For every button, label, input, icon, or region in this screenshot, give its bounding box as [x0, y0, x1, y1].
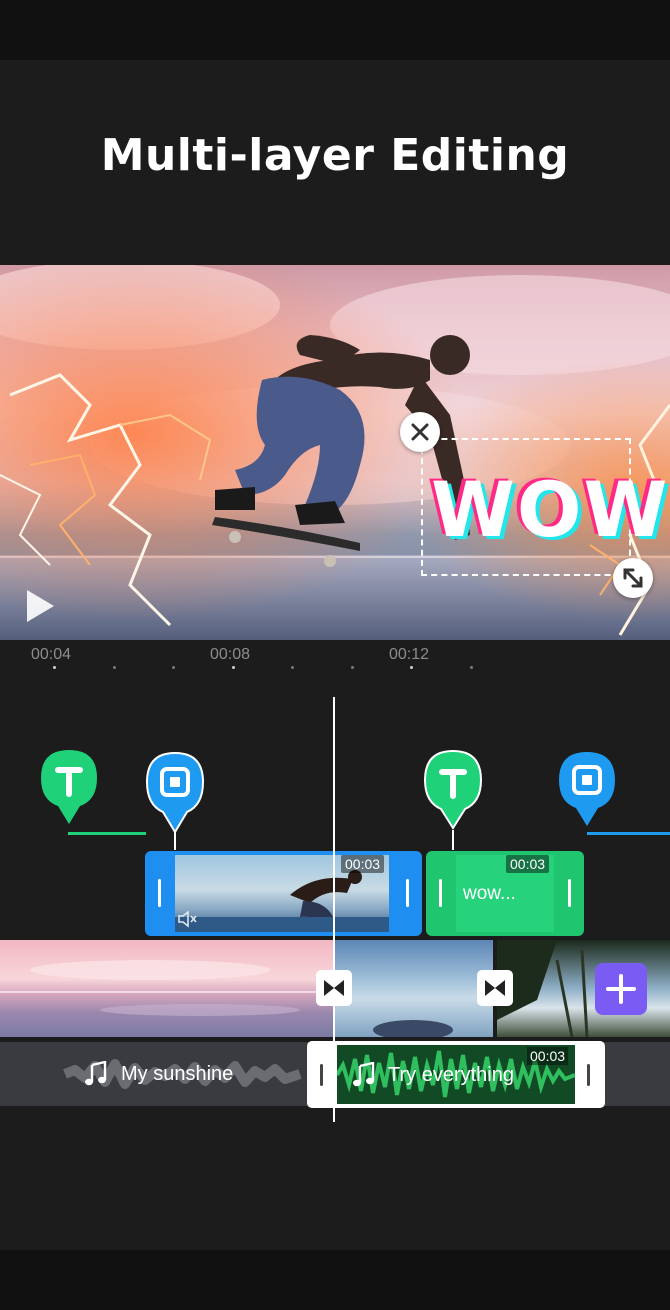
video-clip[interactable]: [333, 940, 493, 1040]
play-button[interactable]: [24, 588, 56, 624]
text-layer-marker[interactable]: [423, 749, 483, 830]
audio-trim-handle-left[interactable]: [320, 1064, 323, 1086]
overlay-layer-marker[interactable]: [558, 750, 616, 828]
text-clip-label: wow...: [463, 883, 516, 904]
video-clip[interactable]: [0, 940, 333, 1037]
ruler-tick: [232, 666, 235, 669]
clip-trim-handle-right[interactable]: [568, 879, 571, 907]
playhead[interactable]: [333, 697, 335, 1122]
ruler-tick: [470, 666, 473, 669]
clip-trim-handle-left[interactable]: [439, 879, 442, 907]
clip-duration: 00:03: [506, 855, 550, 873]
overlay-layer-marker[interactable]: [145, 751, 205, 834]
transition-button[interactable]: [477, 970, 513, 1006]
plus-icon: [606, 974, 636, 1004]
sticker-resize-handle[interactable]: [613, 558, 653, 598]
audio-clip-label: Try everything: [388, 1064, 514, 1086]
music-note-glyph: [85, 1060, 107, 1086]
text-marker-stem: [452, 830, 454, 850]
ruler-label: 00:08: [210, 646, 251, 663]
text-icon: [423, 749, 483, 830]
ruler-tick: [113, 666, 116, 669]
clip-trim-handle-right[interactable]: [406, 879, 409, 907]
audio-clip-duration: 00:03: [527, 1047, 569, 1065]
text-layer-extent: [68, 832, 146, 835]
ruler-tick: [351, 666, 354, 669]
video-clip-thumbnail: [373, 1020, 453, 1040]
transition-icon: [324, 980, 344, 996]
overlay-icon: [559, 752, 615, 826]
ruler-tick: [410, 666, 413, 669]
text-icon: [41, 750, 97, 824]
mute-icon[interactable]: [177, 909, 199, 929]
transition-button[interactable]: [316, 970, 352, 1006]
ruler-label: 00:04: [31, 646, 72, 663]
overlay-icon: [145, 751, 205, 834]
text-layer-marker[interactable]: [40, 748, 98, 826]
transition-icon: [485, 980, 505, 996]
overlay-text-clip[interactable]: 00:03 wow...: [426, 851, 584, 936]
add-clip-button[interactable]: [595, 963, 647, 1015]
ruler-tick: [53, 666, 56, 669]
sticker-close-button[interactable]: [400, 412, 440, 452]
resize-icon: [623, 568, 643, 588]
overlay-video-clip[interactable]: 00:03: [145, 851, 422, 936]
audio-trim-handle-right[interactable]: [587, 1064, 590, 1086]
video-clip-thumbnail: [0, 960, 333, 1016]
overlay-layer-extent: [587, 832, 670, 835]
music-note-icon: [84, 1060, 108, 1087]
music-note-glyph: [353, 1061, 375, 1087]
play-icon: [27, 590, 54, 622]
clip-trim-handle-left[interactable]: [158, 879, 161, 907]
bottom-bar: [0, 1250, 670, 1310]
status-bar: [0, 0, 670, 60]
audio-clip-label: My sunshine: [121, 1063, 234, 1085]
ruler-label: 00:12: [389, 646, 430, 663]
clip-duration: 00:03: [341, 855, 385, 873]
overlay-marker-stem: [174, 832, 176, 850]
headline: Multi-layer Editing: [100, 130, 570, 181]
ruler-tick: [172, 666, 175, 669]
close-icon: [411, 423, 429, 441]
mute-icon-glyph: [178, 910, 197, 928]
ruler-tick: [291, 666, 294, 669]
music-note-icon: [352, 1061, 376, 1088]
wow-sticker[interactable]: WOW: [431, 468, 667, 552]
